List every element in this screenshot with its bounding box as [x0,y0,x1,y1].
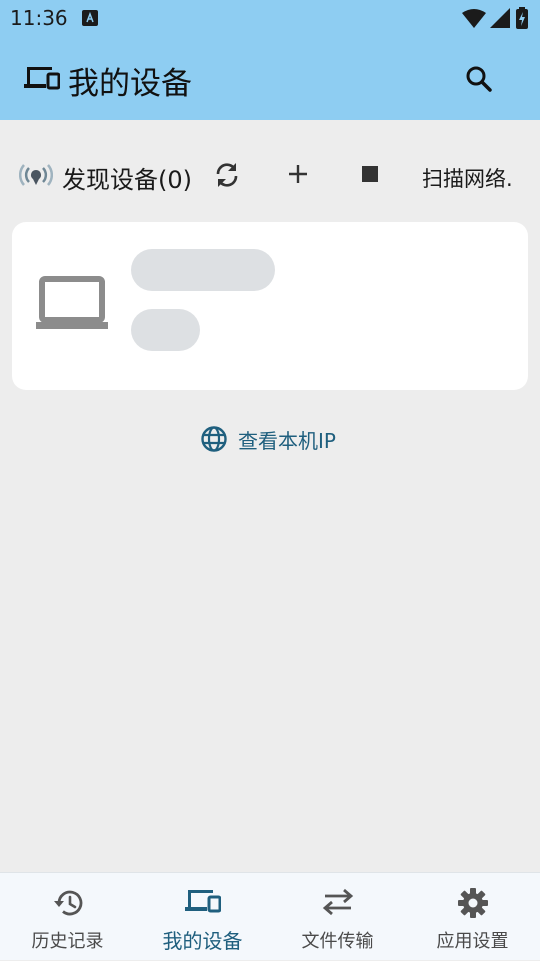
view-local-ip-link[interactable]: 查看本机IP [200,424,336,454]
wifi-icon [462,9,486,28]
swap-icon [322,888,353,916]
laptop-icon [36,276,108,329]
device-name-placeholder [131,249,275,291]
nav-label-file-transfer: 文件传输 [301,931,374,952]
search-icon[interactable] [462,62,496,96]
status-time: 11:36 [10,6,68,30]
device-card[interactable] [12,222,528,390]
bottom-nav: 历史记录 我的设备 文件传输 应用设置 [0,872,540,960]
discovered-devices-label: 发现设备(0) [62,166,192,194]
discovery-toolbar: 发现设备(0) 扫描网络. [0,150,540,200]
nav-item-file-transfer[interactable]: 文件传输 [270,873,405,961]
history-icon [53,890,82,916]
broadcast-icon [19,164,53,186]
nav-item-settings[interactable]: 应用设置 [405,873,540,961]
status-bar: 11:36 [0,0,540,36]
scan-network-button[interactable]: 扫描网络. [422,163,513,193]
battery-icon [516,7,528,29]
globe-icon [201,426,227,452]
devices-icon [24,67,60,90]
device-detail-placeholder [131,309,200,351]
refresh-icon[interactable] [212,161,242,189]
gear-icon [457,888,488,918]
nav-label-history: 历史记录 [31,931,104,952]
view-local-ip-label: 查看本机IP [238,428,336,453]
nav-item-history[interactable]: 历史记录 [0,873,135,961]
page-title: 我的设备 [68,66,192,102]
app-bar: 我的设备 [0,36,540,120]
cell-signal-icon [490,8,510,28]
nav-label-settings: 应用设置 [436,931,509,952]
app-notification-icon [82,10,98,26]
nav-item-my-devices[interactable]: 我的设备 [135,873,270,961]
add-icon[interactable] [285,161,311,187]
stop-icon[interactable] [362,166,378,182]
nav-label-my-devices: 我的设备 [162,929,243,953]
devices-icon [184,890,221,913]
